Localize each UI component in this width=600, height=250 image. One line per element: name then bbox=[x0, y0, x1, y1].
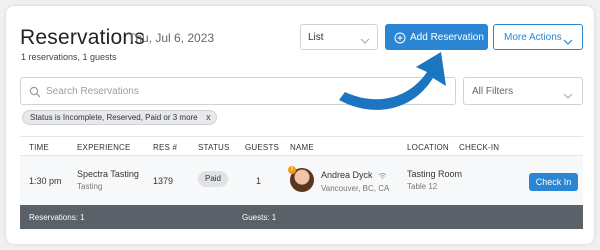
wifi-icon bbox=[378, 171, 387, 181]
chevron-down-icon bbox=[360, 32, 370, 50]
table-row[interactable]: 1:30 pm Spectra Tasting Tasting 1379 Pai… bbox=[20, 156, 583, 205]
check-in-button[interactable]: Check In bbox=[529, 173, 578, 191]
column-location: LOCATION bbox=[407, 143, 449, 152]
row-guests: 1 bbox=[256, 176, 262, 186]
table-footer: Reservations: 1 Guests: 1 bbox=[20, 205, 583, 229]
guest-name[interactable]: Andrea Dyck bbox=[321, 170, 373, 180]
reservation-summary: 1 reservations, 1 guests bbox=[21, 52, 117, 62]
chevron-down-icon bbox=[563, 87, 573, 105]
page-title: Reservations bbox=[20, 26, 145, 49]
experience-name: Spectra Tasting bbox=[77, 169, 139, 179]
status-filter-chip[interactable]: Status is Incomplete, Reserved, Paid or … bbox=[22, 110, 217, 125]
row-res-number: 1379 bbox=[153, 176, 174, 186]
column-experience: EXPERIENCE bbox=[77, 143, 131, 152]
column-status: STATUS bbox=[198, 143, 230, 152]
footer-reservations: Reservations: 1 bbox=[29, 213, 85, 222]
table-header: TIME EXPERIENCE RES # STATUS GUESTS NAME… bbox=[20, 136, 583, 156]
more-actions-button[interactable]: More Actions bbox=[493, 24, 583, 50]
search-field[interactable]: Search Reservations bbox=[20, 77, 456, 105]
row-time: 1:30 pm bbox=[29, 176, 62, 186]
view-select[interactable]: List bbox=[300, 24, 378, 50]
row-experience: Spectra Tasting Tasting bbox=[77, 169, 139, 191]
reservations-panel: Reservations Thu, Jul 6, 2023 1 reservat… bbox=[6, 6, 594, 244]
close-icon[interactable]: x bbox=[206, 111, 211, 124]
column-time: TIME bbox=[29, 143, 49, 152]
search-input[interactable]: Search Reservations bbox=[46, 86, 139, 97]
more-actions-label: More Actions bbox=[504, 32, 562, 43]
location-name: Tasting Room bbox=[407, 169, 463, 179]
guest-location: Vancouver, BC, CA bbox=[321, 183, 390, 193]
column-guests: GUESTS bbox=[245, 143, 280, 152]
add-reservation-label: Add Reservation bbox=[410, 32, 484, 43]
filters-value: All Filters bbox=[472, 86, 514, 97]
filters-select[interactable]: All Filters bbox=[463, 77, 583, 105]
row-location: Tasting Room Table 12 bbox=[407, 169, 462, 191]
experience-type: Tasting bbox=[77, 182, 103, 191]
add-reservation-button[interactable]: Add Reservation bbox=[385, 24, 488, 50]
row-name: Andrea Dyck Vancouver, BC, CA bbox=[321, 170, 389, 193]
plus-circle-icon bbox=[394, 31, 406, 49]
view-select-value: List bbox=[308, 32, 324, 43]
status-badge: Paid bbox=[198, 171, 228, 187]
chevron-down-icon bbox=[563, 33, 573, 51]
column-check-in: CHECK-IN bbox=[459, 143, 500, 152]
column-res-number: RES # bbox=[153, 143, 178, 152]
page-date: Thu, Jul 6, 2023 bbox=[128, 31, 215, 45]
search-icon bbox=[29, 85, 41, 103]
alert-badge: ! bbox=[288, 166, 296, 174]
status-filter-label: Status is Incomplete, Reserved, Paid or … bbox=[30, 113, 198, 122]
location-table: Table 12 bbox=[407, 182, 438, 191]
footer-guests: Guests: 1 bbox=[242, 213, 277, 222]
column-name: NAME bbox=[290, 143, 314, 152]
